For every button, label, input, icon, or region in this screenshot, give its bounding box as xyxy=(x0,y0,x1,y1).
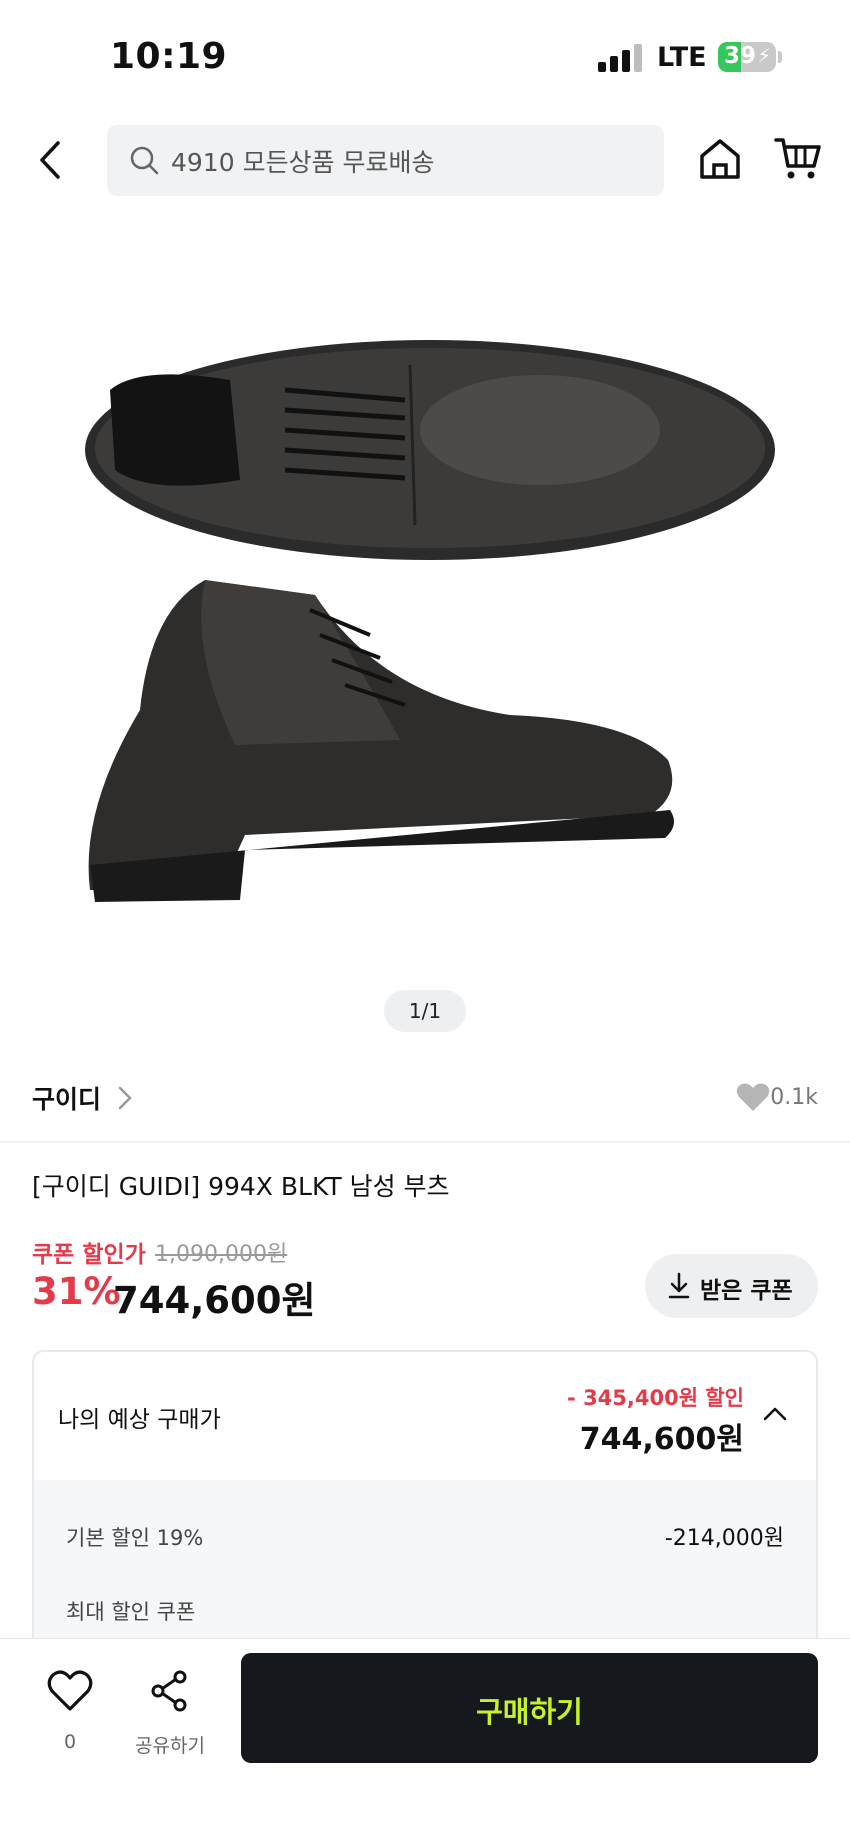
search-icon xyxy=(130,146,159,175)
detail-value: -214,000원 xyxy=(664,1526,784,1551)
buy-button[interactable]: 구매하기 xyxy=(241,1653,818,1763)
divider xyxy=(0,1141,850,1143)
price-label: 쿠폰 할인가 xyxy=(32,1242,146,1268)
wishlist-count: 0 xyxy=(63,1731,77,1753)
brand-like[interactable]: 0.1k xyxy=(688,1078,818,1118)
share-label: 공유하기 xyxy=(135,1735,205,1757)
status-time: 10:19 xyxy=(110,36,228,77)
like-count: 0.1k xyxy=(770,1085,818,1110)
status-bar: 10:19 LTE 39 ⚡ xyxy=(0,0,850,110)
search-input[interactable]: 4910 모든상품 무료배송 xyxy=(107,125,664,196)
final-price: 744,600원 xyxy=(113,1279,316,1322)
estimated-price-details: 기본 할인 19% -214,000원 최대 할인 쿠폰 xyxy=(34,1480,816,1648)
product-gallery[interactable]: 1/1 xyxy=(0,220,850,1050)
product-title: [구이디 GUIDI] 994X BLKT 남성 부츠 xyxy=(32,1172,450,1201)
detail-label: 기본 할인 19% xyxy=(66,1526,204,1550)
battery-cap xyxy=(778,51,782,63)
brand-link[interactable]: 구이디 xyxy=(32,1080,101,1116)
heart-outline-icon xyxy=(47,1670,93,1711)
estimated-price-title: 나의 예상 구매가 xyxy=(58,1407,221,1433)
cart-icon xyxy=(774,138,821,179)
download-icon xyxy=(668,1272,690,1299)
buy-button-label: 구매하기 xyxy=(476,1695,583,1729)
detail-label: 최대 할인 쿠폰 xyxy=(66,1600,196,1624)
home-button[interactable] xyxy=(697,136,743,182)
search-text: 4910 모든상품 무료배송 xyxy=(171,148,435,177)
network-label: LTE xyxy=(657,42,707,73)
home-icon xyxy=(700,139,740,179)
image-page-indicator: 1/1 xyxy=(384,990,466,1032)
product-image xyxy=(85,340,775,902)
back-button[interactable] xyxy=(30,135,74,185)
wishlist-button[interactable]: 0 xyxy=(40,1669,100,1769)
coupon-button-label: 받은 쿠폰 xyxy=(700,1278,793,1304)
share-icon xyxy=(151,1670,187,1712)
share-button[interactable]: 공유하기 xyxy=(130,1669,210,1769)
cart-button[interactable] xyxy=(774,136,822,182)
battery-level: 39 xyxy=(724,43,757,69)
original-price: 1,090,000원 xyxy=(155,1242,288,1267)
bottom-action-bar: 0 공유하기 구매하기 xyxy=(0,1638,850,1842)
chevron-right-icon[interactable] xyxy=(116,1084,134,1112)
chevron-up-icon[interactable] xyxy=(762,1404,788,1422)
estimated-price: 744,600원 xyxy=(579,1422,744,1457)
back-arrow-icon xyxy=(40,141,60,179)
estimated-price-header[interactable]: 나의 예상 구매가 - 345,400원 할인 744,600원 xyxy=(34,1352,816,1480)
charging-bolt-icon: ⚡ xyxy=(757,45,771,67)
battery-icon: 39 ⚡ xyxy=(718,42,776,72)
estimated-price-panel: 나의 예상 구매가 - 345,400원 할인 744,600원 기본 할인 1… xyxy=(32,1350,818,1650)
received-coupon-button[interactable]: 받은 쿠폰 xyxy=(645,1254,818,1318)
heart-icon xyxy=(736,1083,770,1111)
signal-icon xyxy=(598,44,644,72)
estimated-discount: - 345,400원 할인 xyxy=(567,1386,744,1410)
brand-row: 구이디 0.1k xyxy=(0,1070,850,1132)
top-nav: 4910 모든상품 무료배송 xyxy=(0,110,850,220)
discount-rate: 31% xyxy=(32,1270,121,1313)
